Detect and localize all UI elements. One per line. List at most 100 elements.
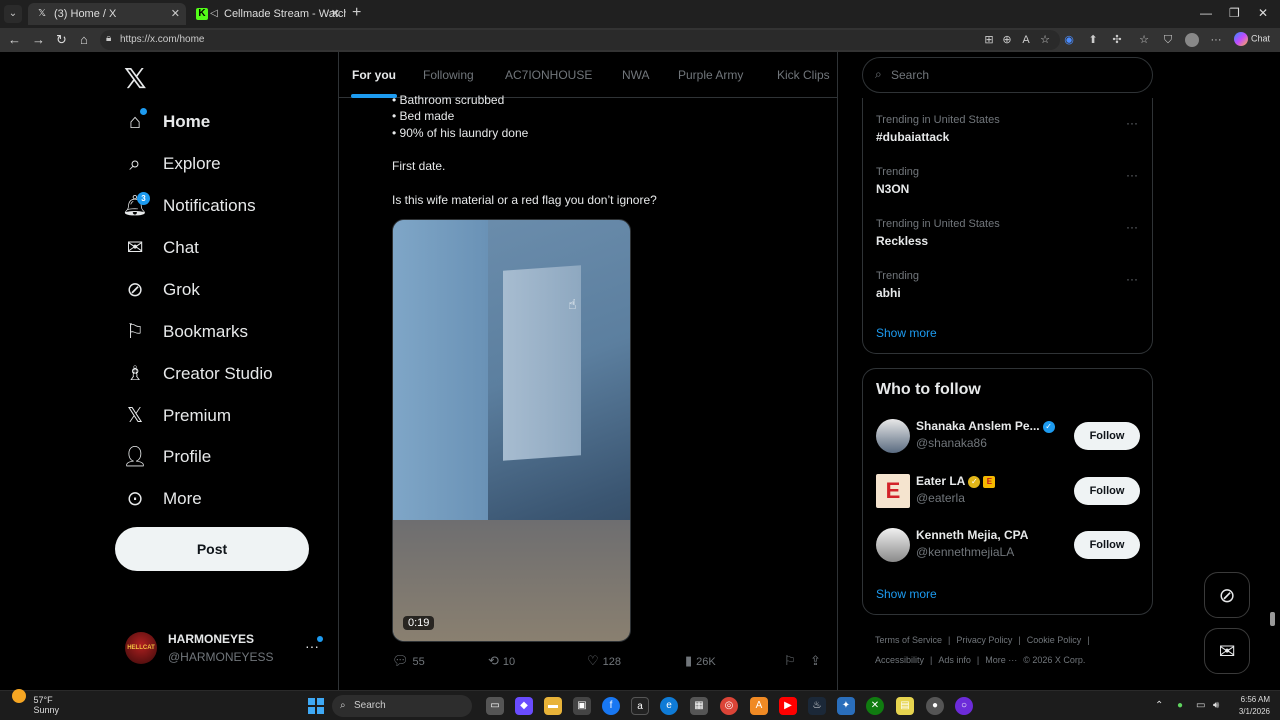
calculator-icon[interactable]: ▦ [690, 697, 708, 715]
forward-icon[interactable]: → [32, 32, 45, 47]
nav-item-more[interactable]: ⊙ More [122, 479, 202, 519]
tab-actions-menu-icon[interactable]: ⌄ [4, 5, 22, 23]
copilot-app-icon[interactable]: ◆ [515, 697, 533, 715]
notes-icon[interactable]: ▤ [896, 697, 914, 715]
tab-ac7ionhouse[interactable]: AC7IONHOUSE [505, 68, 592, 82]
extension-icon[interactable]: ◉ [1062, 33, 1076, 47]
extensions-icon[interactable]: ✣ [1110, 33, 1124, 47]
taskbar-search[interactable]: ⌕ Search [332, 695, 472, 717]
store-icon[interactable]: ▣ [573, 697, 591, 715]
post-button[interactable]: Post [115, 527, 309, 571]
weather-widget[interactable]: 57°F Sunny [12, 689, 59, 715]
app-available-icon[interactable]: ⊞ [982, 33, 996, 47]
tray-overflow-icon[interactable]: ⌃ [1155, 700, 1163, 711]
profile-avatar-icon[interactable] [1185, 33, 1199, 47]
follow-button[interactable]: Follow [1074, 531, 1140, 559]
extension-pin-icon[interactable]: ⬆ [1086, 33, 1100, 47]
account-switcher[interactable]: HELLCAT HARMONEYES @HARMONEYESS ··· [125, 630, 325, 670]
tab-following[interactable]: Following [423, 68, 474, 82]
nav-item-grok[interactable]: ⊘ Grok [122, 270, 200, 310]
search-input[interactable]: ⌕ Search [862, 57, 1153, 93]
steam-icon[interactable]: ♨ [808, 697, 826, 715]
file-explorer-icon[interactable]: ▬ [544, 697, 562, 715]
follow-button[interactable]: Follow [1074, 422, 1140, 450]
nav-item-profile[interactable]: 👤︎ Profile [122, 437, 211, 477]
x-logo-icon[interactable]: 𝕏 [124, 62, 147, 95]
settings-more-icon[interactable]: ··· [1209, 33, 1223, 47]
xbox-icon[interactable]: ✕ [866, 697, 884, 715]
cookie-link[interactable]: Cookie Policy [1027, 635, 1082, 645]
chat-floating-button[interactable]: ✉ [1204, 628, 1250, 674]
trend-more-icon[interactable]: ··· [1126, 168, 1138, 182]
repost-button[interactable]: ⟲ 10 [488, 653, 515, 669]
new-tab-icon[interactable]: + [352, 4, 361, 22]
amazon-icon[interactable]: a [631, 697, 649, 715]
browser-essentials-icon[interactable]: ⛉ [1161, 33, 1175, 47]
refresh-icon[interactable]: ↻ [56, 32, 67, 48]
clock[interactable]: 6:56 AM 3/1/2026 [1230, 694, 1270, 718]
trend-item[interactable]: Trending in United States #dubaiattack ·… [876, 114, 1146, 158]
address-bar[interactable]: 🔒︎ https://x.com/home [100, 30, 1060, 50]
more-link[interactable]: More ··· [985, 655, 1017, 665]
app-icon[interactable]: ○ [955, 697, 973, 715]
bookmark-button[interactable]: ⚐ [784, 653, 800, 669]
edge-icon[interactable]: e [660, 697, 678, 715]
browser-tab-kick-stream[interactable]: K ◁ Cellmade Stream - Watch Li ✕ [188, 3, 346, 25]
tweet-video[interactable]: 0:19 [392, 219, 631, 642]
trend-item[interactable]: Trending N3ON ··· [876, 166, 1146, 210]
trend-item[interactable]: Trending abhi ··· [876, 270, 1146, 314]
nav-item-creator-studio[interactable]: ♗ Creator Studio [122, 354, 273, 394]
nav-item-home[interactable]: ⌂ Home [122, 102, 210, 142]
who-to-follow-show-more-link[interactable]: Show more [876, 587, 937, 601]
scrollbar-thumb[interactable] [1270, 612, 1275, 626]
task-view-icon[interactable]: ▭ [486, 697, 504, 715]
app-icon[interactable]: ✦ [837, 697, 855, 715]
app-icon[interactable]: ● [926, 697, 944, 715]
accessibility-link[interactable]: Accessibility [875, 655, 924, 665]
ads-info-link[interactable]: Ads info [938, 655, 971, 665]
read-aloud-icon[interactable]: A [1019, 33, 1033, 47]
follow-suggestion[interactable]: Shanaka Anslem Pe... ✓ @shanaka86 Follow [876, 419, 1141, 459]
privacy-link[interactable]: Privacy Policy [956, 635, 1012, 645]
favorite-star-icon[interactable]: ☆ [1038, 33, 1052, 47]
browser-tab-x-home[interactable]: 𝕏 (3) Home / X ✕ [28, 3, 186, 25]
trend-more-icon[interactable]: ··· [1126, 220, 1138, 234]
share-button[interactable]: ⇪ [810, 653, 825, 669]
follow-suggestion[interactable]: Kenneth Mejia, CPA @kennethmejiaLA Follo… [876, 528, 1141, 568]
trend-item[interactable]: Trending in United States Reckless ··· [876, 218, 1146, 262]
trend-more-icon[interactable]: ··· [1126, 116, 1138, 130]
grok-floating-button[interactable]: ⊘ [1204, 572, 1250, 618]
chrome-icon[interactable]: ◎ [720, 697, 738, 715]
speaker-muted-icon[interactable]: ◁ [208, 8, 220, 20]
follow-suggestion[interactable]: E Eater LA ✓ E @eaterla Follow [876, 474, 1141, 514]
volume-icon[interactable]: 🔊︎ [1213, 700, 1219, 711]
home-browser-icon[interactable]: ⌂ [80, 32, 88, 47]
tab-for-you[interactable]: For you [352, 68, 396, 82]
trend-more-icon[interactable]: ··· [1126, 272, 1138, 286]
windows-start-icon[interactable] [308, 698, 324, 714]
network-icon[interactable]: ▭ [1196, 700, 1205, 711]
reply-button[interactable]: 💬︎ 55 [392, 653, 425, 669]
youtube-icon[interactable]: ▶ [779, 697, 797, 715]
tab-purple-army[interactable]: Purple Army [678, 68, 743, 82]
facebook-icon[interactable]: f [602, 697, 620, 715]
maximize-icon[interactable]: ❐ [1229, 6, 1240, 20]
nav-item-chat[interactable]: ✉ Chat [122, 228, 199, 268]
terms-link[interactable]: Terms of Service [875, 635, 942, 645]
page-scrollbar[interactable] [1268, 52, 1276, 690]
zoom-icon[interactable]: ⊕ [1000, 33, 1014, 47]
tab-nwa[interactable]: NWA [622, 68, 650, 82]
close-tab-icon[interactable]: ✕ [331, 3, 340, 25]
back-icon[interactable]: ← [8, 32, 21, 47]
nav-item-bookmarks[interactable]: ⚐ Bookmarks [122, 312, 248, 352]
follow-button[interactable]: Follow [1074, 477, 1140, 505]
like-button[interactable]: ♡ 128 [587, 653, 621, 669]
favorites-icon[interactable]: ☆ [1137, 33, 1151, 47]
tab-kick-clips[interactable]: Kick Clips [777, 68, 830, 82]
app-icon[interactable]: A [750, 697, 768, 715]
close-tab-icon[interactable]: ✕ [171, 3, 180, 25]
views-button[interactable]: ▮ 26K [685, 653, 716, 669]
close-window-icon[interactable]: ✕ [1258, 6, 1268, 20]
nav-item-explore[interactable]: ⌕ Explore [122, 144, 220, 184]
copilot-chat-button[interactable]: Chat [1234, 32, 1270, 46]
